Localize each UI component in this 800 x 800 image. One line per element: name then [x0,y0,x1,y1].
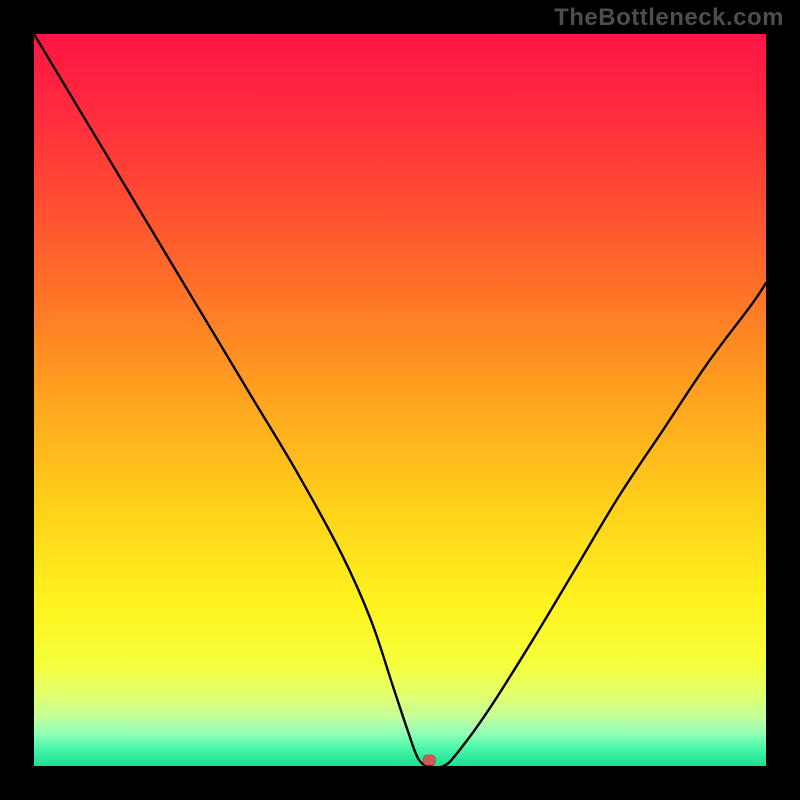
optimum-marker [423,755,435,765]
watermark-text: TheBottleneck.com [554,4,784,32]
gradient-background [34,34,766,766]
bottleneck-chart [34,34,766,766]
plot-area [34,34,766,766]
chart-frame: TheBottleneck.com [0,0,800,800]
